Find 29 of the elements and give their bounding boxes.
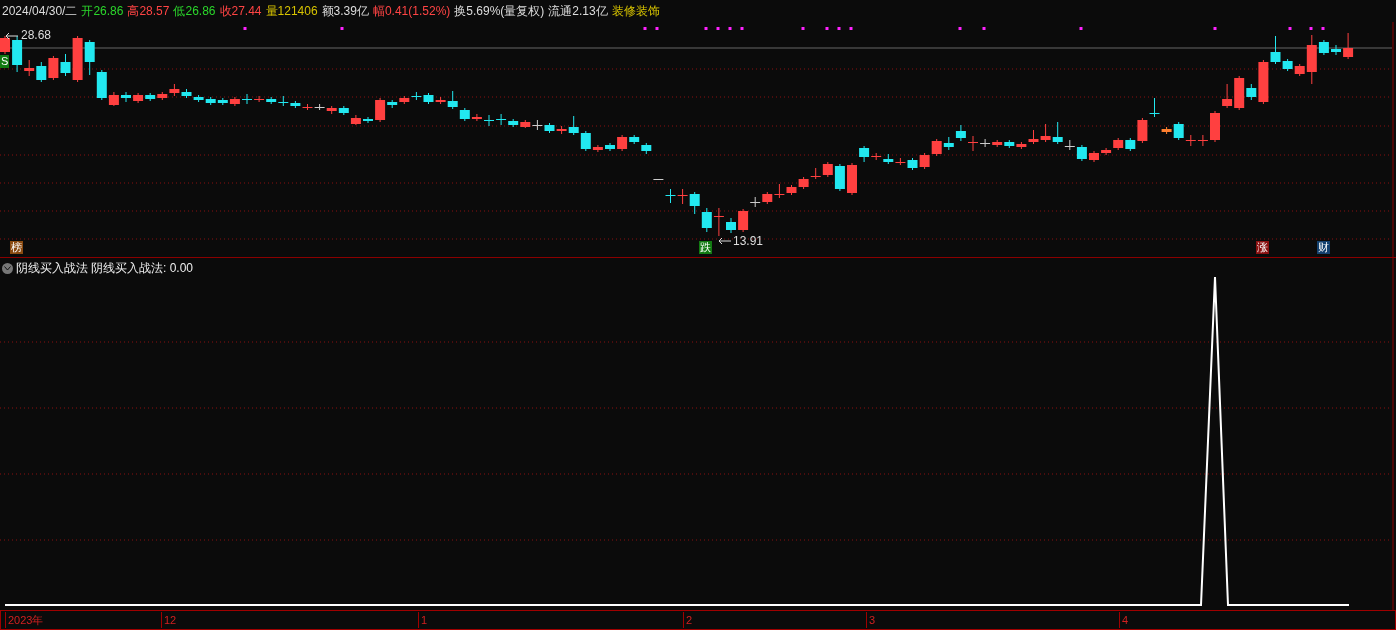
quote-field: 开26.86: [81, 2, 124, 20]
signal-badge: 涨: [1256, 241, 1269, 254]
quote-field: 额3.39亿: [321, 2, 369, 20]
quote-field: 幅0.41(1.52%): [372, 2, 451, 20]
axis-label: 2023年: [5, 612, 44, 628]
signal-badge: 跌: [699, 241, 712, 254]
axis-label: 12: [161, 612, 177, 628]
signal-badge: S: [0, 55, 10, 68]
axis-label: 3: [866, 612, 876, 628]
quote-field: 换5.69%(量复权): [454, 2, 545, 20]
indicator-reading: 阴线买入战法: 0.00: [91, 260, 194, 277]
quote-field: 量121406: [265, 2, 318, 20]
quote-field: 装修装饰: [611, 2, 660, 20]
axis-label: 1: [418, 612, 428, 628]
signal-badge: 财: [1317, 241, 1330, 254]
arrow-icon: [5, 32, 19, 40]
axis-label: 2: [683, 612, 693, 628]
quote-field: 高28.57: [127, 2, 170, 20]
high-price-label: 28.68: [21, 29, 52, 41]
axis-label: 4: [1119, 612, 1129, 628]
arrow-icon: [718, 237, 732, 245]
quote-field: 流通2.13亿: [548, 2, 608, 20]
quote-field: 收27.44: [219, 2, 262, 20]
signal-badge: 榜: [10, 241, 23, 254]
collapse-icon[interactable]: [2, 262, 13, 274]
quote-date: 2024/04/30/二: [2, 3, 78, 20]
low-price-label: 13.91: [733, 235, 764, 247]
indicator-name: 阴线买入战法: [16, 260, 88, 277]
quote-field: 低26.86: [173, 2, 216, 20]
